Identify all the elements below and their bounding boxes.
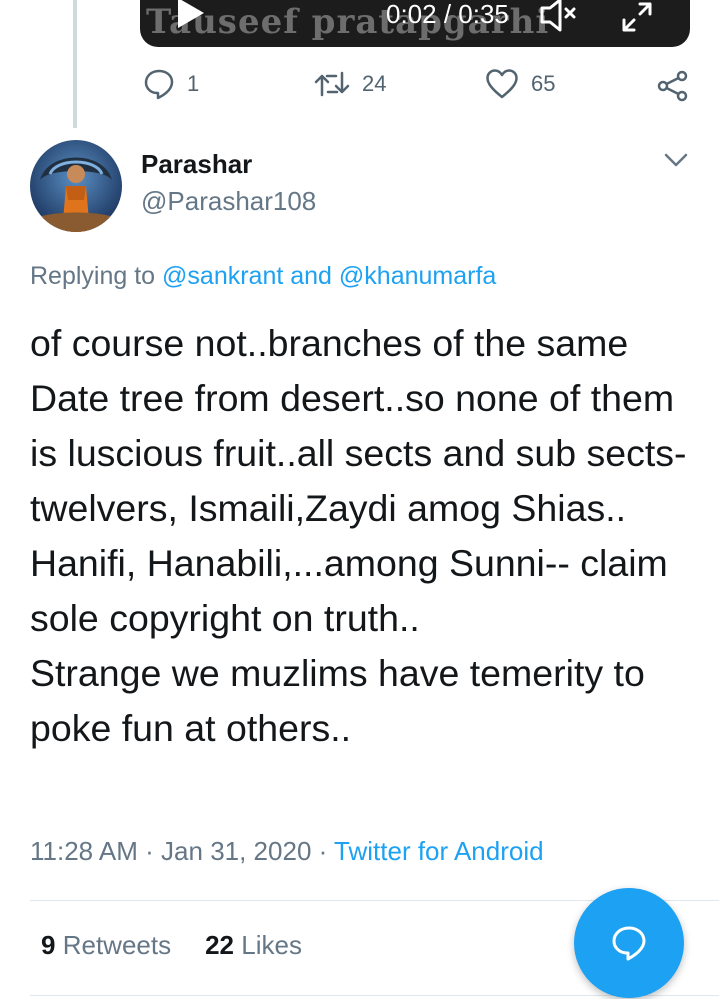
avatar[interactable] [30,140,122,232]
tweet-detail-screen: Tauseef pratapgarhi 0:02 / 0:35 1 24 65 … [0,0,719,999]
retweet-button[interactable]: 24 [314,68,386,100]
mute-icon[interactable] [540,0,578,37]
replying-prefix: Replying to [30,262,163,290]
retweets-count: 9 [41,930,56,960]
play-icon[interactable] [178,0,204,28]
likes-label: Likes [241,930,302,960]
thread-connector-line [73,0,77,128]
tweet-meta: 11:28 AM · Jan 31, 2020 · Twitter for An… [30,836,544,867]
compose-reply-icon [612,926,646,961]
likes-stat[interactable]: 22 Likes [205,930,302,960]
tweet-source-link[interactable]: Twitter for Android [334,836,544,866]
share-button[interactable] [657,70,689,102]
video-timestamp: 0:02 / 0:35 [386,0,509,29]
like-count: 65 [531,71,556,96]
tweet-date: Jan 31, 2020 [161,836,312,866]
likes-count: 22 [205,930,235,960]
fullscreen-icon[interactable] [620,0,654,39]
caret-down-icon[interactable] [662,150,690,175]
tweet-time: 11:28 AM [30,836,138,866]
engagement-stats: 9 Retweets 22 Likes [41,930,302,961]
retweet-icon [314,71,350,97]
meta-separator-2: · [311,836,335,866]
like-icon [486,69,518,99]
compose-reply-button[interactable] [574,888,684,998]
reply-button[interactable]: 1 [143,68,199,100]
reply-count: 1 [187,71,200,96]
retweets-label: Retweets [62,930,172,960]
share-icon [657,70,688,102]
mention-link-sankrant[interactable]: @sankrant [162,262,283,290]
previous-tweet-actions: 1 24 65 [0,66,719,106]
mention-link-khanumarfa[interactable]: @khanumarfa [339,262,496,290]
video-player[interactable]: Tauseef pratapgarhi 0:02 / 0:35 [140,0,690,47]
like-button[interactable]: 65 [485,68,555,100]
retweet-count: 24 [362,71,387,96]
tweet-text: of course not..branches of the same Date… [30,322,687,749]
display-name[interactable]: Parashar [141,149,252,180]
replying-and-text: and [283,262,339,290]
meta-separator: · [137,836,162,866]
retweets-stat[interactable]: 9 Retweets [41,930,171,960]
replying-to-line: Replying to @sankrant and @khanumarfa [30,262,496,291]
reply-icon [144,69,174,100]
user-handle[interactable]: @Parashar108 [141,186,316,217]
